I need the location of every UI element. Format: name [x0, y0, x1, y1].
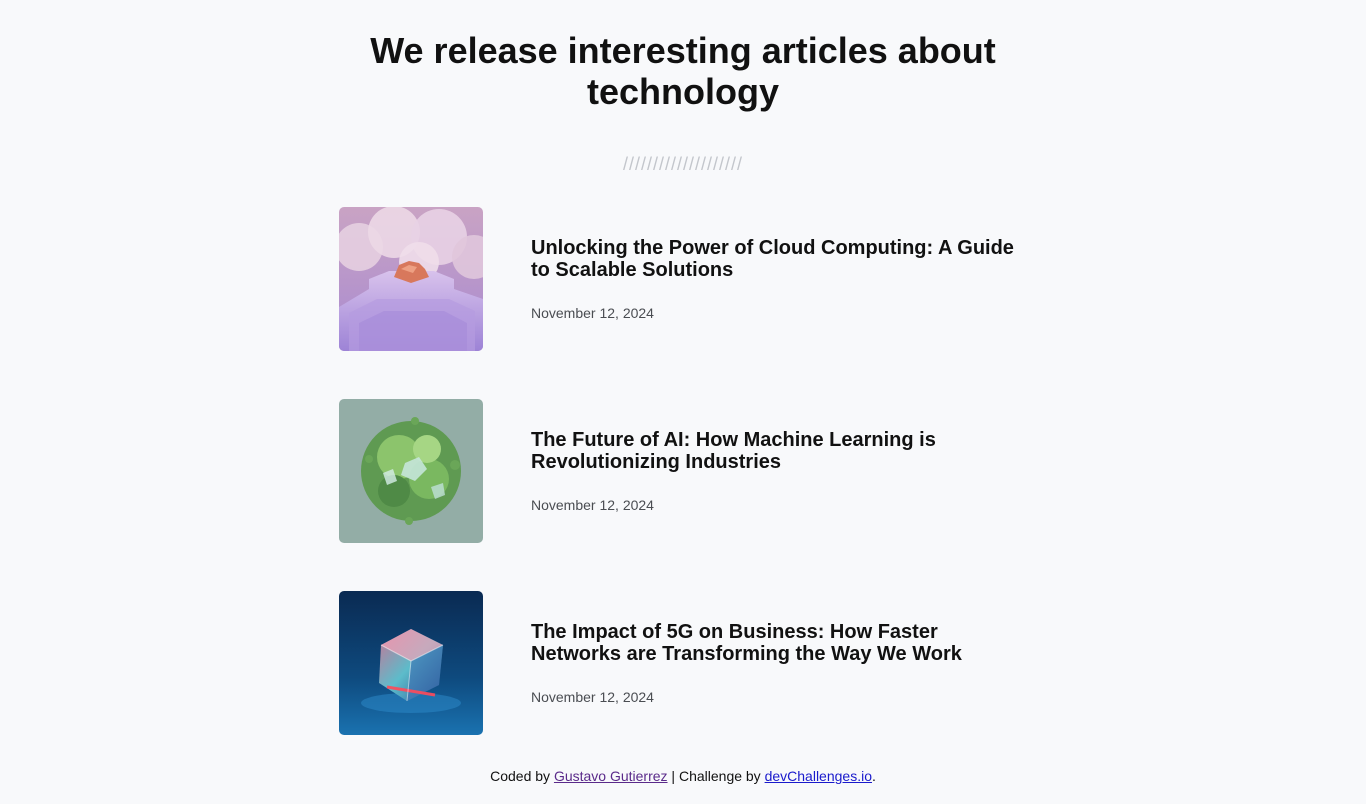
article-date: November 12, 2024 [531, 497, 654, 513]
green-crystal-sphere-image [339, 399, 483, 543]
footer: Coded by Gustavo Gutierrez | Challenge b… [0, 768, 1366, 784]
footer-suffix: . [871, 768, 876, 784]
footer-middle: | Challenge by [667, 768, 765, 784]
author-link[interactable]: Gustavo Gutierrez [554, 768, 668, 784]
article-thumbnail[interactable] [339, 591, 483, 735]
article-card: The Impact of 5G on Business: How Faster… [339, 591, 1039, 735]
article-date: November 12, 2024 [531, 689, 654, 705]
article-card: Unlocking the Power of Cloud Computing: … [339, 207, 1039, 351]
article-content: Unlocking the Power of Cloud Computing: … [531, 237, 1031, 321]
article-date: November 12, 2024 [531, 305, 654, 321]
article-card: The Future of AI: How Machine Learning i… [339, 399, 1039, 543]
page-title-line1: We release interesting articles about [370, 30, 996, 71]
glowing-cube-image [339, 591, 483, 735]
devchallenges-link[interactable]: devChallenges.io [765, 768, 872, 784]
article-thumbnail[interactable] [339, 207, 483, 351]
page-title-line2: technology [586, 71, 779, 112]
article-title[interactable]: The Future of AI: How Machine Learning i… [531, 429, 1031, 473]
article-title[interactable]: The Impact of 5G on Business: How Faster… [531, 621, 1031, 665]
page-title: We release interesting articles about te… [0, 30, 1366, 112]
decorative-divider: //////////////////// [622, 154, 744, 174]
cloud-stairs-image [339, 207, 483, 351]
article-thumbnail[interactable] [339, 399, 483, 543]
article-content: The Impact of 5G on Business: How Faster… [531, 621, 1031, 705]
article-content: The Future of AI: How Machine Learning i… [531, 429, 1031, 513]
footer-prefix: Coded by [490, 768, 554, 784]
article-title[interactable]: Unlocking the Power of Cloud Computing: … [531, 237, 1031, 281]
